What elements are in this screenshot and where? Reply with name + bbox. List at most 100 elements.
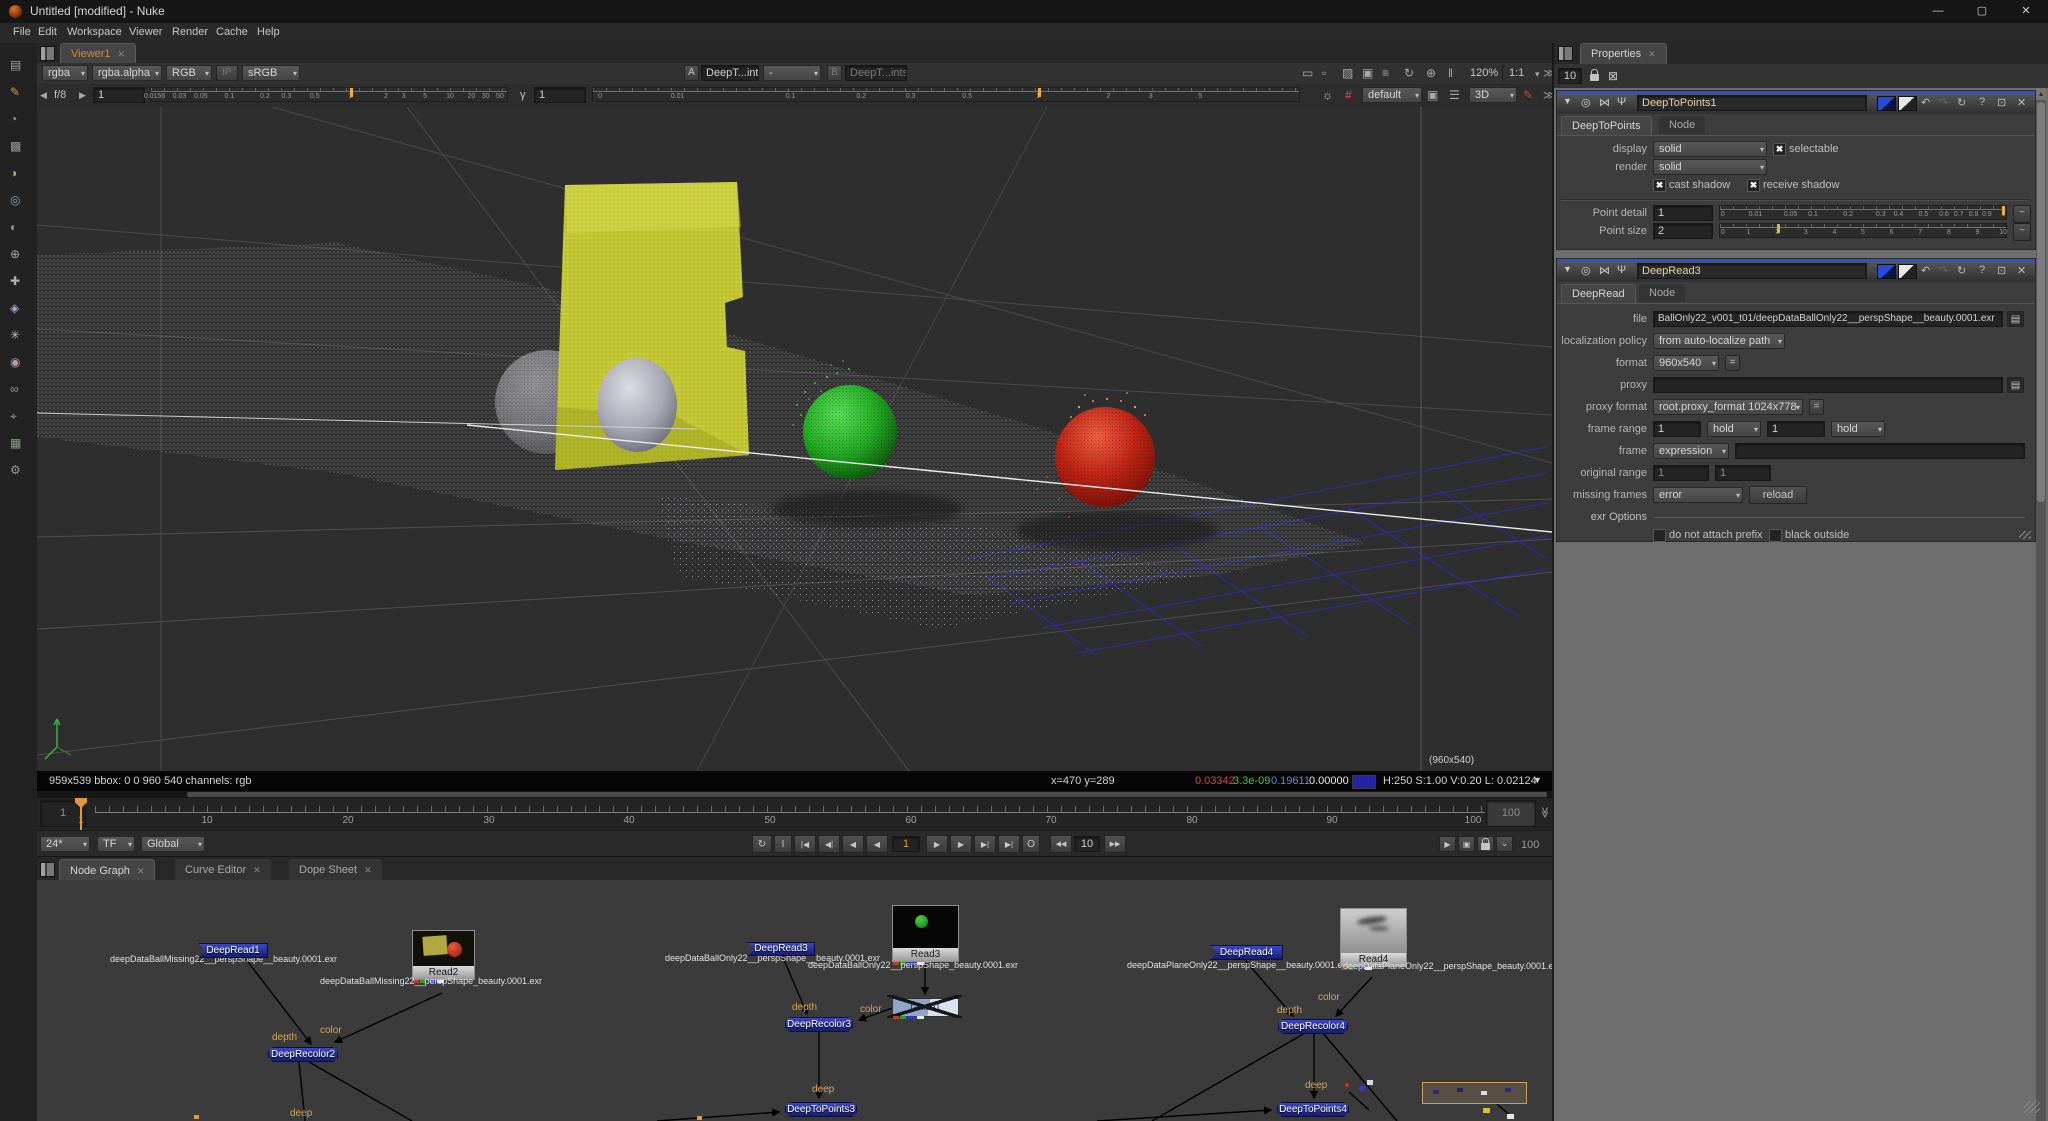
point-size-slider[interactable]: 0 1 2 3 4 5 6 7 8 9 10 xyxy=(1719,223,2007,238)
input-a-field[interactable]: DeepT...ints5 xyxy=(701,65,759,81)
menu-edit[interactable]: Edit xyxy=(38,26,57,38)
next-stop-icon[interactable]: ▶ xyxy=(79,87,86,103)
revert-icon[interactable]: ↻ xyxy=(1957,264,1966,277)
node-read3[interactable]: Read3 xyxy=(892,905,959,962)
tiny-node-yellow[interactable] xyxy=(1483,1108,1490,1113)
input-a-button[interactable]: A xyxy=(684,65,699,81)
node-deepread3[interactable]: DeepRead3 xyxy=(747,942,815,956)
increment-icon[interactable]: ▶▶ xyxy=(1104,835,1126,853)
gain-slider[interactable]: 0.0156 0.03 0.05 0.1 0.2 0.3 0.5 1 2 3 5… xyxy=(150,87,508,102)
menu-help[interactable]: Help xyxy=(257,26,280,38)
step-back-icon[interactable]: ◀ xyxy=(866,835,888,853)
reload-button[interactable]: reload xyxy=(1749,486,1807,504)
wipe-mode-dropdown[interactable]: default xyxy=(1362,87,1422,103)
info-caret-icon[interactable]: ▼ xyxy=(1533,775,1542,785)
clear-panels-icon[interactable]: ⊠ xyxy=(1608,69,1618,83)
frame-mode-dropdown[interactable]: expression xyxy=(1653,443,1729,459)
tab-viewer1[interactable]: Viewer1✕ xyxy=(60,43,136,64)
frame-range-start-mode-dropdown[interactable]: hold xyxy=(1707,421,1761,437)
color-toolbar-icon[interactable]: ◑ xyxy=(10,165,17,181)
point-size-handle[interactable] xyxy=(1777,224,1780,233)
cast-shadow-checkbox[interactable]: ✖ xyxy=(1653,179,1666,192)
range-mode-dropdown[interactable]: Global xyxy=(141,836,205,852)
point-detail-field[interactable]: 1 xyxy=(1653,205,1713,221)
keyer-toolbar-icon[interactable]: ◐ xyxy=(10,219,17,235)
node-color-swatch[interactable] xyxy=(1877,96,1896,111)
loop-mode-icon[interactable]: O xyxy=(1022,835,1040,853)
node-deeptopoints4[interactable]: DeepToPoints4 xyxy=(1277,1102,1349,1117)
merge-toolbar-icon[interactable]: ⊕ xyxy=(10,246,20,262)
menu-workspace[interactable]: Workspace xyxy=(67,26,122,38)
proxy-field[interactable] xyxy=(1653,377,2003,393)
point-size-field[interactable]: 2 xyxy=(1653,223,1713,239)
gamma-input[interactable]: 1 xyxy=(534,87,586,103)
play-backward-icon[interactable]: ◀ xyxy=(842,835,864,853)
render-dropdown[interactable]: solid xyxy=(1653,159,1767,175)
node-deeprecolor3[interactable]: DeepRecolor3 xyxy=(785,1017,853,1032)
frame-expression-field[interactable] xyxy=(1735,443,2025,459)
maximize-button[interactable]: ▢ xyxy=(1960,0,2004,23)
point-detail-slider[interactable]: 0 0.01 0.05 0.1 0.2 0.3 0.4 0.5 0.6 0.7 … xyxy=(1719,205,2007,220)
tab-dope-sheet[interactable]: Dope Sheet✕ xyxy=(289,859,382,881)
node-deeprecolor2[interactable]: DeepRecolor2 xyxy=(268,1047,338,1062)
gain-slider-handle[interactable] xyxy=(350,88,353,97)
point-detail-curve-icon[interactable]: ~ xyxy=(2013,205,2031,223)
node-name-field[interactable]: DeepRead3 xyxy=(1637,263,1867,279)
tab-deepread[interactable]: DeepRead xyxy=(1561,284,1636,303)
format-dropdown[interactable]: 960x540 xyxy=(1653,355,1719,371)
tab-node-graph[interactable]: Node Graph✕ xyxy=(59,859,155,882)
pause-icon[interactable]: ‖ xyxy=(1448,65,1453,81)
other-toolbar-icon[interactable]: ⚙ xyxy=(10,462,21,478)
help-icon[interactable]: ? xyxy=(1979,264,1985,276)
stop-icon[interactable]: ▣ xyxy=(1458,836,1475,852)
timeline-chevrons-icon[interactable]: ≫ xyxy=(1538,807,1551,819)
timeline-ruler[interactable]: 1 1 10 20 30 40 50 60 70 80 90 100 100 ≫ xyxy=(37,798,1552,830)
tab-node[interactable]: Node xyxy=(1639,284,1685,302)
decrement-icon[interactable]: ◀◀ xyxy=(1050,835,1072,853)
metadata-toolbar-icon[interactable]: ⌖ xyxy=(10,408,17,424)
original-range-end-field[interactable]: 1 xyxy=(1715,465,1771,481)
original-range-start-field[interactable]: 1 xyxy=(1653,465,1709,481)
file-field[interactable]: BallOnly22_v001_t01/deepDataBallOnly22__… xyxy=(1653,311,2003,327)
node-deepread1[interactable]: DeepRead1 xyxy=(198,943,268,958)
center-node-icon[interactable]: ◎ xyxy=(1581,264,1591,277)
flipbook-icon[interactable]: ⌄ xyxy=(1496,836,1513,852)
float-panel-icon[interactable]: ⊡ xyxy=(1997,264,2006,277)
do-not-attach-prefix-checkbox[interactable] xyxy=(1653,529,1666,542)
play-forward-icon[interactable]: ▶ xyxy=(950,835,972,853)
selectable-checkbox[interactable]: ✖ xyxy=(1773,143,1786,156)
gl-color-swatch[interactable] xyxy=(1898,96,1917,111)
point-size-curve-icon[interactable]: ~ xyxy=(2013,223,2031,241)
mask-overlay-icon[interactable]: ▭ xyxy=(1302,65,1313,81)
undo-icon[interactable]: ↶ xyxy=(1921,264,1930,277)
tiny-node[interactable] xyxy=(1367,1080,1373,1085)
revert-icon[interactable]: ↻ xyxy=(1957,96,1966,109)
window-resize-grip[interactable] xyxy=(2024,1101,2040,1113)
node-deeprecolor4[interactable]: DeepRecolor4 xyxy=(1278,1019,1348,1034)
frame-range-end-field[interactable]: 1 xyxy=(1767,421,1825,437)
tab-close-icon[interactable]: ✕ xyxy=(1648,49,1656,59)
pane-menu-icon[interactable] xyxy=(1558,46,1573,61)
close-panel-icon[interactable]: ✕ xyxy=(2017,264,2026,277)
views-toolbar-icon[interactable]: ∞ xyxy=(10,381,19,397)
format-eq-button[interactable]: = xyxy=(1725,355,1740,371)
viewer-hscrollbar[interactable] xyxy=(37,791,1552,798)
dot-node[interactable] xyxy=(697,1116,702,1120)
particles-toolbar-icon[interactable]: ✳ xyxy=(10,327,20,343)
properties-scrollbar[interactable]: ▴ xyxy=(2036,88,2046,1121)
gl-color-swatch[interactable] xyxy=(1898,264,1917,279)
tab-close-icon[interactable]: ✕ xyxy=(137,866,145,876)
tab-deeptopoints[interactable]: DeepToPoints xyxy=(1561,116,1652,135)
tiny-node-dot[interactable] xyxy=(1345,1083,1349,1087)
help-icon[interactable]: ? xyxy=(1979,96,1985,108)
time-toolbar-icon[interactable]: ◔ xyxy=(10,111,17,127)
go-start-icon[interactable]: |◀ xyxy=(794,835,816,853)
layer-dropdown[interactable]: rgba xyxy=(42,65,88,81)
lock-range-button[interactable] xyxy=(1477,836,1494,852)
tab-properties[interactable]: Properties✕ xyxy=(1580,43,1667,65)
file-browse-icon[interactable]: ▤ xyxy=(2007,311,2024,327)
receive-shadow-checkbox[interactable]: ✖ xyxy=(1747,179,1760,192)
tiny-node[interactable] xyxy=(1359,1086,1365,1091)
prev-keyframe-icon[interactable]: ◀| xyxy=(818,835,840,853)
float-panel-icon[interactable]: ⊡ xyxy=(1997,96,2006,109)
